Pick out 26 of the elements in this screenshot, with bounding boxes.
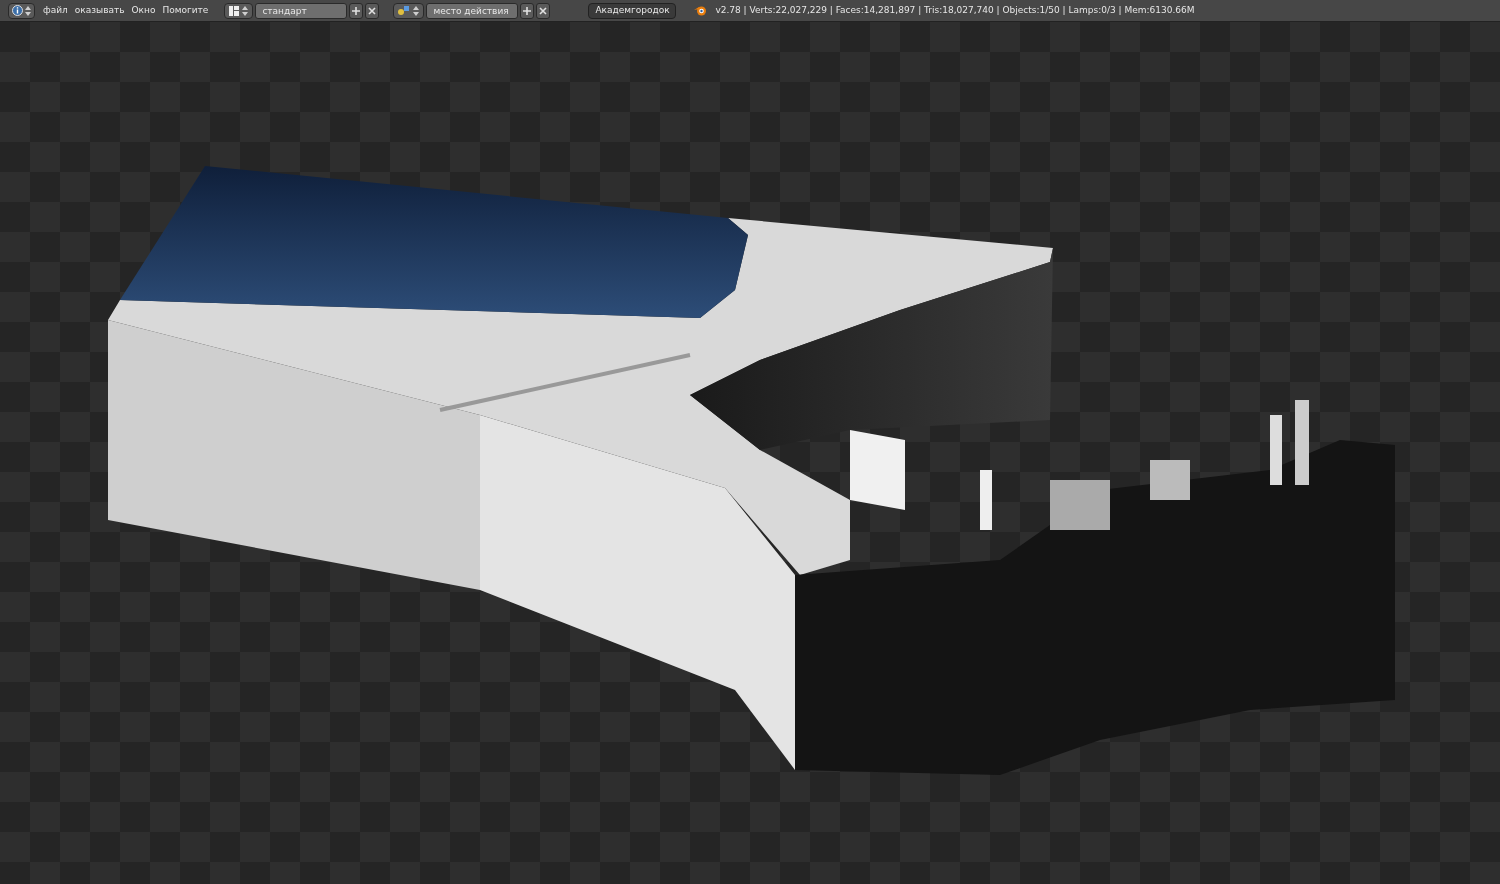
editor-type-button[interactable] xyxy=(8,2,35,19)
up-down-arrows-icon xyxy=(413,5,420,16)
delete-button[interactable] xyxy=(365,2,380,19)
render-engine-dropdown[interactable]: Академгородок xyxy=(588,2,677,19)
scene-icon xyxy=(398,5,411,16)
layout-icon xyxy=(229,5,240,16)
up-down-arrows-icon xyxy=(25,5,31,16)
close-icon xyxy=(538,5,549,16)
menu-item[interactable]: Помогите xyxy=(162,3,209,18)
up-down-arrows-icon xyxy=(242,5,249,16)
scene-statistics: v2.78 | Verts:22,027,229 | Faces:14,281,897 | Tris:18,027,740 | Objects:1/50 | Lamps:0/3 | Mem:6130.66M xyxy=(715,3,1195,17)
delete-button[interactable] xyxy=(536,2,551,19)
scene-name-field[interactable]: место действия xyxy=(426,2,519,19)
scene-type-button[interactable] xyxy=(393,2,425,19)
blender-logo-icon xyxy=(694,5,708,16)
menu-item[interactable]: оказывать xyxy=(74,3,125,18)
info-icon xyxy=(12,5,23,16)
add-button[interactable] xyxy=(349,2,364,19)
add-button[interactable] xyxy=(520,2,535,19)
close-icon xyxy=(367,5,378,16)
menu-item[interactable]: файл xyxy=(43,3,68,18)
screen-layout-type-button[interactable] xyxy=(224,2,254,19)
menu-item[interactable]: Окно xyxy=(131,3,156,18)
plus-icon xyxy=(351,5,362,16)
plus-icon xyxy=(522,5,533,16)
screen-layout-name-field[interactable]: стандарт xyxy=(255,2,348,19)
